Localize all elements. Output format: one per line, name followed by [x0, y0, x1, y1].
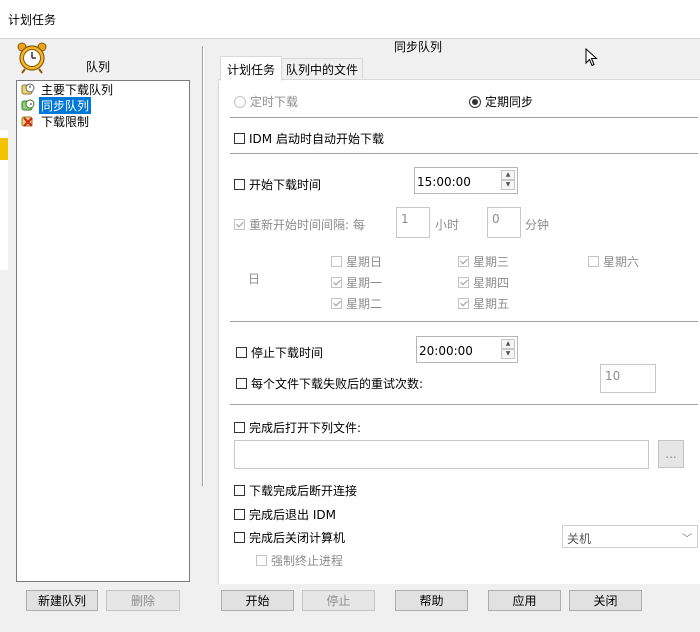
checkbox-box: [588, 256, 599, 267]
queue-item-sync[interactable]: 同步队列: [21, 96, 92, 114]
background-window-icon: [0, 138, 8, 160]
force-terminate-checkbox[interactable]: 强制终止进程: [256, 552, 343, 569]
queue-title: 同步队列: [393, 40, 442, 54]
retry-count-input[interactable]: 10: [600, 364, 656, 393]
repeat-minutes-input[interactable]: 0: [487, 207, 521, 238]
day-tuesday-checkbox[interactable]: 星期二: [331, 295, 382, 312]
tab-queue-files[interactable]: 队列中的文件: [281, 58, 363, 80]
spin-down-icon[interactable]: ▼: [501, 349, 515, 359]
divider: [230, 153, 698, 154]
spin-up-icon[interactable]: ▲: [501, 339, 515, 349]
spin-down-icon[interactable]: ▼: [501, 180, 515, 190]
checkbox-box: [331, 298, 342, 309]
close-button[interactable]: 关闭: [569, 590, 642, 611]
checkbox-box: [331, 277, 342, 288]
panel-divider: [202, 46, 203, 486]
checkbox-box: [234, 133, 245, 144]
day-monday-checkbox[interactable]: 星期一: [331, 274, 382, 291]
checkbox-box: [234, 485, 245, 496]
checkbox-box: [236, 378, 247, 389]
queue-item-main[interactable]: 主要下载队列: [21, 81, 115, 97]
title-bar: 计划任务: [0, 0, 700, 39]
hangup-checkbox[interactable]: 下载完成后断开连接: [234, 482, 357, 499]
shutdown-checkbox[interactable]: 完成后关闭计算机: [234, 529, 345, 546]
checkbox-box: [458, 256, 469, 267]
exit-idm-checkbox[interactable]: 完成后退出 IDM: [234, 506, 336, 523]
day-saturday-checkbox[interactable]: 星期六: [588, 253, 639, 270]
day-group-label: 日: [248, 272, 261, 286]
day-thursday-checkbox[interactable]: 星期四: [458, 274, 509, 291]
divider: [230, 404, 698, 405]
checkbox-box: [234, 179, 245, 190]
repeat-interval-checkbox[interactable]: 重新开始时间间隔: 每: [234, 216, 365, 233]
stop-button[interactable]: 停止: [302, 590, 375, 611]
delete-queue-button[interactable]: 删除: [106, 590, 180, 611]
checkbox-box: [234, 509, 245, 520]
tab-schedule[interactable]: 计划任务: [220, 56, 282, 81]
checkbox-box: [234, 219, 245, 230]
radio-circle: [469, 95, 481, 108]
divider: [230, 117, 698, 118]
spinner-arrows[interactable]: ▲ ▼: [501, 339, 515, 360]
queue-panel-header: 队列: [86, 60, 111, 74]
new-queue-button[interactable]: 新建队列: [26, 590, 98, 611]
checkbox-box: [234, 532, 245, 543]
alarm-clock-icon: [16, 40, 50, 74]
checkbox-box: [331, 256, 342, 267]
checkbox-box: [236, 347, 247, 358]
checkbox-box: [234, 422, 245, 433]
start-time-checkbox[interactable]: 开始下载时间: [234, 176, 321, 193]
spinner-arrows[interactable]: ▲ ▼: [501, 170, 515, 191]
mouse-cursor-icon: [585, 47, 599, 71]
open-file-path-input[interactable]: [234, 440, 649, 469]
divider: [230, 321, 698, 322]
repeat-hours-input[interactable]: 1: [396, 207, 430, 238]
apply-button[interactable]: 应用: [488, 590, 561, 611]
checkbox-box: [458, 298, 469, 309]
shutdown-option-select[interactable]: 关机 ﹀: [562, 525, 698, 548]
queue-item-limit[interactable]: 下载限制: [21, 113, 91, 129]
limit-icon: [21, 114, 35, 128]
day-sunday-checkbox[interactable]: 星期日: [331, 253, 382, 270]
start-time-spinner[interactable]: 15:00:00 ▲ ▼: [414, 167, 518, 194]
window-title: 计划任务: [8, 13, 57, 27]
queue-icon: [21, 82, 35, 96]
queue-list[interactable]: 主要下载队列 同步队列 下载限制: [16, 80, 190, 582]
open-file-checkbox[interactable]: 完成后打开下列文件:: [234, 419, 361, 436]
stop-time-checkbox[interactable]: 停止下载时间: [236, 344, 323, 361]
chevron-down-icon: ﹀: [682, 534, 692, 545]
checkbox-box: [256, 555, 267, 566]
retry-count-checkbox[interactable]: 每个文件下载失败后的重试次数:: [236, 375, 423, 392]
sync-queue-icon: [21, 98, 35, 112]
checkbox-box: [458, 277, 469, 288]
hours-unit: 小时: [435, 218, 460, 232]
radio-circle: [234, 95, 246, 108]
start-button[interactable]: 开始: [221, 590, 294, 611]
day-wednesday-checkbox[interactable]: 星期三: [458, 253, 509, 270]
periodic-sync-radio[interactable]: 定期同步: [469, 93, 533, 110]
browse-button[interactable]: ...: [658, 440, 684, 468]
spin-up-icon[interactable]: ▲: [501, 170, 515, 180]
start-on-idm-checkbox[interactable]: IDM 启动时自动开始下载: [234, 130, 384, 147]
stop-time-spinner[interactable]: 20:00:00 ▲ ▼: [416, 336, 518, 363]
one-time-download-radio[interactable]: 定时下载: [234, 93, 298, 110]
minutes-unit: 分钟: [525, 218, 550, 232]
day-friday-checkbox[interactable]: 星期五: [458, 295, 509, 312]
help-button[interactable]: 帮助: [395, 590, 468, 611]
